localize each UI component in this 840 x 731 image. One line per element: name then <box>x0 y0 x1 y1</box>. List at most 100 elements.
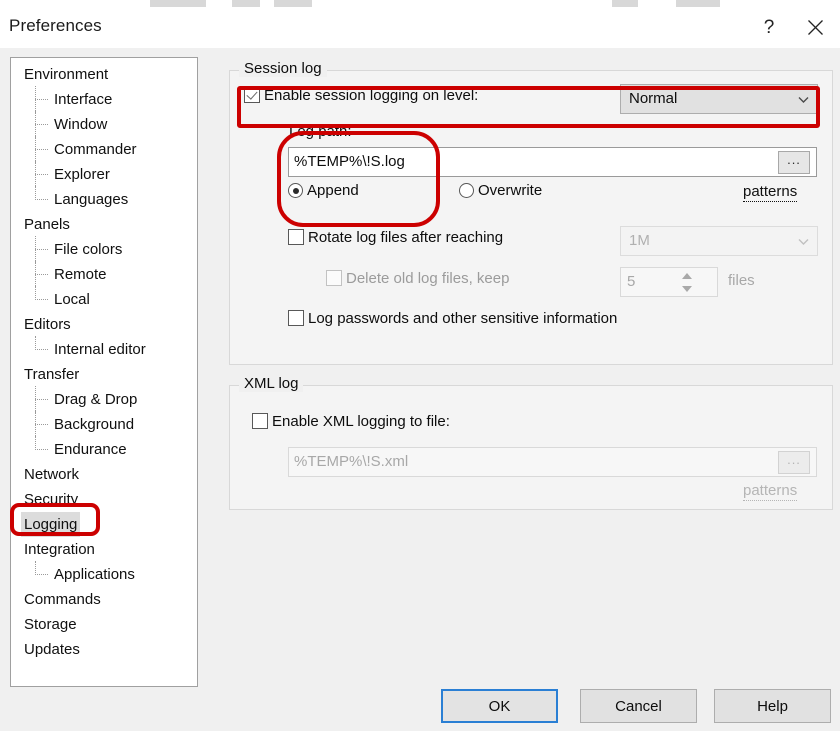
rotate-log-files-row[interactable]: Rotate log files after reaching <box>288 229 503 246</box>
sidebar-item-applications[interactable]: Applications <box>11 561 197 587</box>
sidebar-item-endurance[interactable]: Endurance <box>11 436 197 462</box>
sidebar-item-explorer[interactable]: Explorer <box>11 161 197 188</box>
delete-old-logs-row[interactable]: Delete old log files, keep <box>326 270 509 287</box>
help-button-label: Help <box>757 697 788 715</box>
tree-connector-horizontal <box>35 424 48 426</box>
tree-connector-horizontal <box>35 99 48 101</box>
tree-connector-horizontal <box>35 399 48 401</box>
log-level-dropdown[interactable]: Normal <box>620 84 818 114</box>
tree-connector-vertical <box>35 286 37 300</box>
sidebar-item-label: Internal editor <box>54 341 146 358</box>
delete-old-logs-checkbox[interactable] <box>326 270 342 286</box>
overwrite-radio[interactable] <box>459 183 474 198</box>
sidebar-item-security[interactable]: Security <box>11 487 197 512</box>
tree-connector-horizontal <box>35 449 48 451</box>
sidebar-item-local[interactable]: Local <box>11 286 197 312</box>
session-log-group-title: Session log <box>239 60 327 77</box>
sidebar-item-environment[interactable]: Environment <box>11 62 197 87</box>
sidebar-item-label: Environment <box>24 66 109 83</box>
sidebar-item-label: Window <box>54 116 108 133</box>
sidebar-item-label: Drag & Drop <box>54 391 138 408</box>
sidebar-item-transfer[interactable]: Transfer <box>11 362 197 387</box>
sidebar-item-label: Transfer <box>24 366 80 383</box>
sidebar-item-remote[interactable]: Remote <box>11 261 197 288</box>
session-log-patterns-link[interactable]: patterns <box>743 183 798 202</box>
sidebar-item-updates[interactable]: Updates <box>11 637 197 662</box>
sidebar-item-label: Remote <box>54 266 107 283</box>
tree-connector-horizontal <box>35 199 48 201</box>
sidebar-item-panels[interactable]: Panels <box>11 212 197 237</box>
help-button[interactable]: Help <box>714 689 831 723</box>
sidebar-item-label: Languages <box>54 191 129 208</box>
sidebar-item-label: File colors <box>54 241 123 258</box>
tree-connector-horizontal <box>35 274 48 276</box>
sidebar-item-file-colors[interactable]: File colors <box>11 236 197 263</box>
log-passwords-row[interactable]: Log passwords and other sensitive inform… <box>288 310 617 327</box>
tree-connector-horizontal <box>35 299 48 301</box>
title-bar: Preferences ? <box>0 7 840 49</box>
chevron-down-icon <box>798 238 809 247</box>
log-level-value: Normal <box>629 90 678 107</box>
sidebar-item-background[interactable]: Background <box>11 411 197 438</box>
enable-xml-logging-checkbox[interactable] <box>252 413 268 429</box>
sidebar-item-label: Commands <box>24 591 101 608</box>
cancel-button[interactable]: Cancel <box>580 689 697 723</box>
help-question-icon[interactable]: ? <box>746 7 792 48</box>
files-unit-label: files <box>728 272 755 289</box>
ok-button-label: OK <box>488 697 511 715</box>
cancel-button-label: Cancel <box>615 697 662 715</box>
enable-xml-logging-row[interactable]: Enable XML logging to file: <box>252 413 450 430</box>
log-path-input[interactable]: %TEMP%\!S.log <box>288 147 817 177</box>
rotate-log-files-checkbox[interactable] <box>288 229 304 245</box>
session-log-group: Session log Enable session logging on le… <box>229 60 833 365</box>
append-radio-row[interactable]: Append <box>288 182 359 199</box>
xml-log-browse-label: ... <box>787 452 801 467</box>
sidebar-item-logging[interactable]: Logging <box>11 512 197 537</box>
sidebar-item-label: Panels <box>24 216 70 233</box>
enable-xml-logging-label: Enable XML logging to file: <box>272 413 450 430</box>
sidebar-item-label: Local <box>54 291 90 308</box>
sidebar-item-label: Background <box>54 416 135 433</box>
enable-session-logging-row[interactable]: Enable session logging on level: <box>244 87 478 104</box>
keep-files-value: 5 <box>627 273 636 290</box>
overwrite-radio-row[interactable]: Overwrite <box>459 182 542 199</box>
spinner-arrows-icon[interactable] <box>682 271 695 294</box>
ok-button[interactable]: OK <box>441 689 558 723</box>
sidebar-item-label: Commander <box>54 141 137 158</box>
log-path-browse-button[interactable]: ... <box>778 151 810 174</box>
xml-log-patterns-link[interactable]: patterns <box>743 482 798 501</box>
sidebar-item-label: Logging <box>21 512 81 537</box>
xml-log-browse-button[interactable]: ... <box>778 451 810 474</box>
sidebar-item-storage[interactable]: Storage <box>11 612 197 637</box>
tree-connector-vertical <box>35 336 37 350</box>
sidebar-item-drag-drop[interactable]: Drag & Drop <box>11 386 197 413</box>
sidebar-item-window[interactable]: Window <box>11 111 197 138</box>
append-radio[interactable] <box>288 183 303 198</box>
window-top-artifact-strip <box>0 0 840 7</box>
sidebar-item-integration[interactable]: Integration <box>11 537 197 562</box>
rotate-size-dropdown[interactable]: 1M <box>620 226 818 256</box>
xml-log-path-input[interactable]: %TEMP%\!S.xml <box>288 447 817 477</box>
sidebar-item-internal-editor[interactable]: Internal editor <box>11 336 197 362</box>
sidebar-item-commands[interactable]: Commands <box>11 587 197 612</box>
log-path-value: %TEMP%\!S.log <box>294 153 405 170</box>
tree-connector-horizontal <box>35 249 48 251</box>
close-icon[interactable] <box>792 7 838 48</box>
window-title: Preferences <box>9 16 102 35</box>
enable-session-logging-checkbox[interactable] <box>244 87 260 103</box>
enable-session-logging-label: Enable session logging on level: <box>264 87 479 104</box>
sidebar-item-languages[interactable]: Languages <box>11 186 197 212</box>
sidebar-item-label: Applications <box>54 566 135 583</box>
keep-files-spinner[interactable]: 5 <box>620 267 718 297</box>
log-passwords-checkbox[interactable] <box>288 310 304 326</box>
append-label: Append <box>307 182 359 199</box>
sidebar-item-label: Updates <box>24 641 80 658</box>
category-tree[interactable]: Environment Interface Window Commander Explo… <box>10 57 198 687</box>
sidebar-item-commander[interactable]: Commander <box>11 136 197 163</box>
tree-connector-vertical <box>35 186 37 200</box>
log-passwords-label: Log passwords and other sensitive inform… <box>308 310 618 327</box>
sidebar-item-network[interactable]: Network <box>11 462 197 487</box>
sidebar-item-interface[interactable]: Interface <box>11 86 197 113</box>
sidebar-item-editors[interactable]: Editors <box>11 312 197 337</box>
chevron-down-icon <box>798 96 809 105</box>
